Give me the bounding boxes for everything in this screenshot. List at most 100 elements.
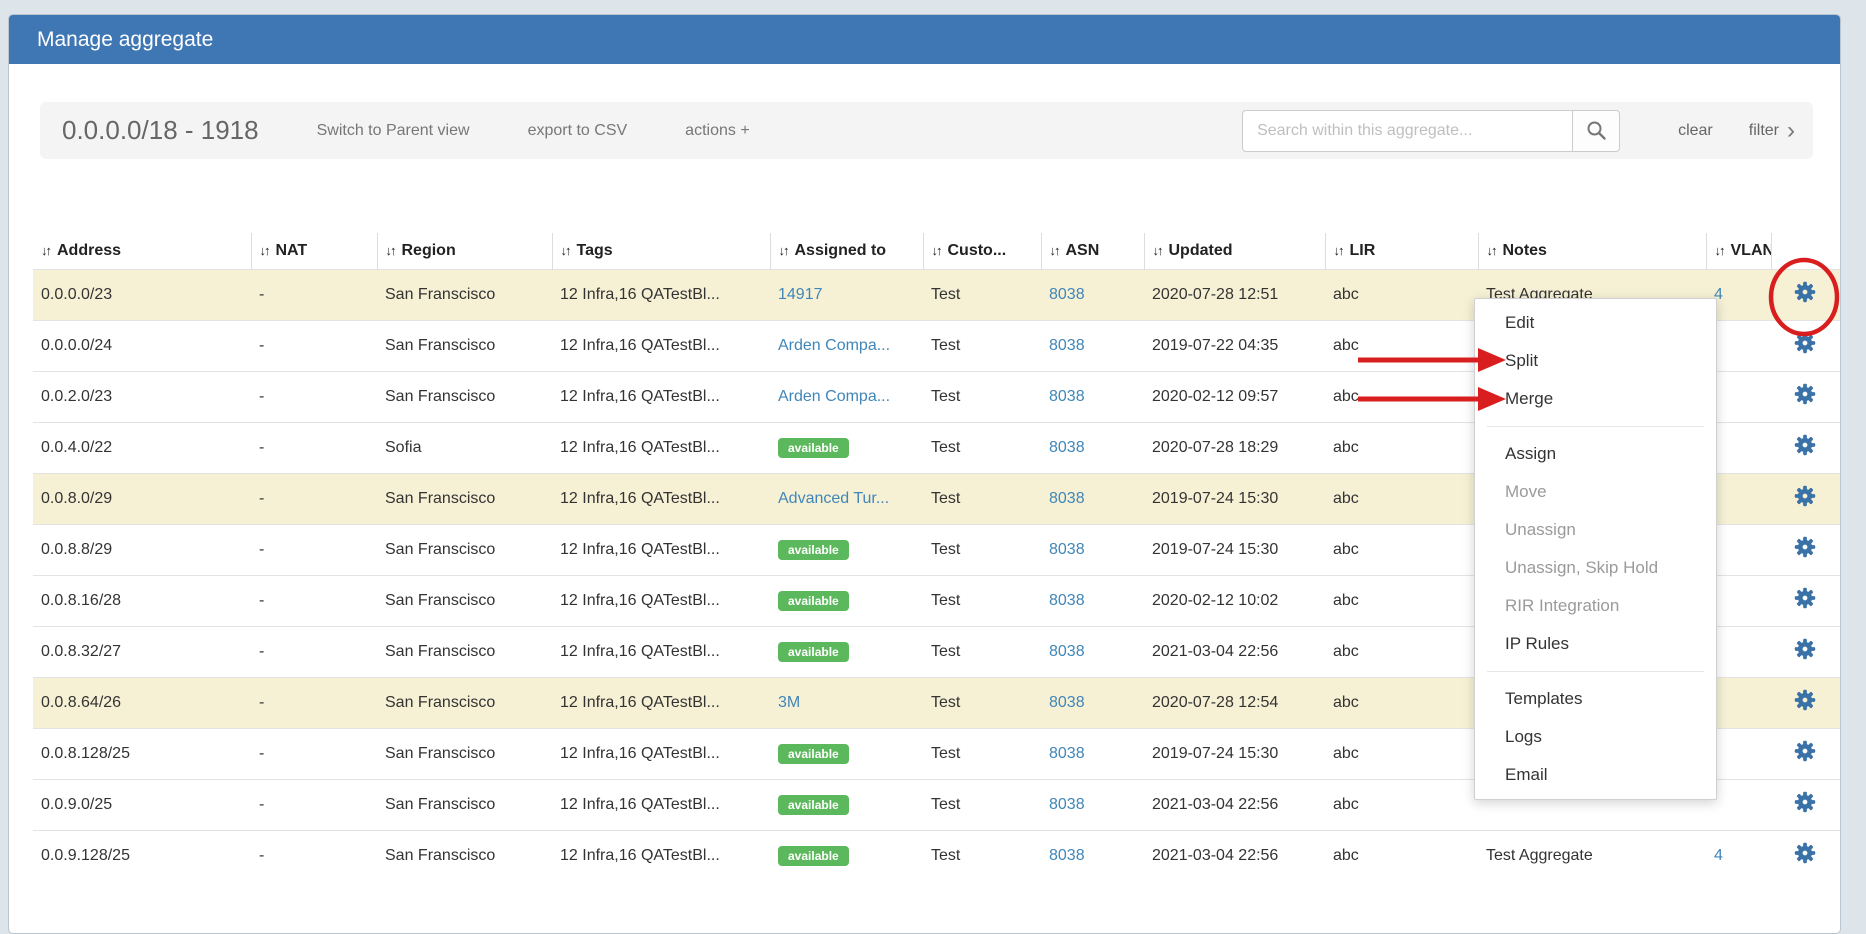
- asn-link[interactable]: 8038: [1049, 388, 1085, 405]
- column-header-updated[interactable]: ↓↑Updated: [1144, 233, 1325, 269]
- cell-tags: 12 Infra,16 QATestBl...: [552, 779, 770, 830]
- column-header-lir[interactable]: ↓↑LIR: [1325, 233, 1478, 269]
- cell-region: San Franscisco: [377, 830, 552, 881]
- asn-link[interactable]: 8038: [1049, 439, 1085, 456]
- row-actions-gear-icon[interactable]: [1794, 434, 1816, 456]
- sort-icon: ↓↑: [932, 243, 941, 258]
- row-actions-gear-icon[interactable]: [1794, 791, 1816, 813]
- aggregate-label: 0.0.0.0/18 - 1918: [62, 115, 259, 146]
- cell-assigned-to: Arden Compa...: [770, 371, 923, 422]
- status-badge-available: available: [778, 438, 849, 458]
- asn-link[interactable]: 8038: [1049, 592, 1085, 609]
- column-header-nat[interactable]: ↓↑NAT: [251, 233, 377, 269]
- assigned-to-link[interactable]: Arden Compa...: [778, 337, 890, 354]
- menu-item-logs[interactable]: Logs: [1475, 718, 1716, 756]
- cell-assigned-to: available: [770, 626, 923, 677]
- menu-item-unassign: Unassign: [1475, 511, 1716, 549]
- asn-link[interactable]: 8038: [1049, 847, 1085, 864]
- menu-item-email[interactable]: Email: [1475, 756, 1716, 794]
- cell-address: 0.0.2.0/23: [33, 371, 251, 422]
- asn-link[interactable]: 8038: [1049, 490, 1085, 507]
- menu-item-ip-rules[interactable]: IP Rules: [1475, 625, 1716, 663]
- column-header-assigned[interactable]: ↓↑Assigned to: [770, 233, 923, 269]
- cell-lir: abc: [1325, 830, 1478, 881]
- cell-row-actions: [1771, 269, 1840, 320]
- row-actions-gear-icon[interactable]: [1794, 281, 1816, 303]
- cell-updated: 2019-07-24 15:30: [1144, 473, 1325, 524]
- cell-updated: 2020-07-28 12:51: [1144, 269, 1325, 320]
- column-header-customer[interactable]: ↓↑Custo...: [923, 233, 1041, 269]
- menu-item-templates[interactable]: Templates: [1475, 680, 1716, 718]
- cell-customer: Test: [923, 422, 1041, 473]
- asn-link[interactable]: 8038: [1049, 745, 1085, 762]
- export-csv-link[interactable]: export to CSV: [528, 122, 628, 140]
- chevron-right-icon: ›: [1787, 123, 1795, 139]
- filter-link[interactable]: filter ›: [1749, 122, 1795, 140]
- cell-updated: 2020-07-28 18:29: [1144, 422, 1325, 473]
- cell-asn: 8038: [1041, 728, 1144, 779]
- assigned-to-link[interactable]: 3M: [778, 694, 800, 711]
- cell-nat: -: [251, 575, 377, 626]
- row-actions-gear-icon[interactable]: [1794, 638, 1816, 660]
- column-header-address[interactable]: ↓↑Address: [33, 233, 251, 269]
- column-header-notes[interactable]: ↓↑Notes: [1478, 233, 1706, 269]
- cell-row-actions: [1771, 371, 1840, 422]
- asn-link[interactable]: 8038: [1049, 541, 1085, 558]
- cell-region: San Franscisco: [377, 575, 552, 626]
- search-icon: [1586, 120, 1607, 141]
- asn-link[interactable]: 8038: [1049, 643, 1085, 660]
- asn-link[interactable]: 8038: [1049, 286, 1085, 303]
- asn-link[interactable]: 8038: [1049, 694, 1085, 711]
- sort-icon: ↓↑: [1153, 243, 1162, 258]
- row-actions-gear-icon[interactable]: [1794, 842, 1816, 864]
- cell-asn: 8038: [1041, 575, 1144, 626]
- cell-asn: 8038: [1041, 626, 1144, 677]
- cell-region: San Franscisco: [377, 269, 552, 320]
- cell-lir: abc: [1325, 779, 1478, 830]
- cell-lir: abc: [1325, 626, 1478, 677]
- cell-nat: -: [251, 626, 377, 677]
- column-header-asn[interactable]: ↓↑ASN: [1041, 233, 1144, 269]
- row-actions-gear-icon[interactable]: [1794, 536, 1816, 558]
- cell-tags: 12 Infra,16 QATestBl...: [552, 524, 770, 575]
- cell-address: 0.0.8.32/27: [33, 626, 251, 677]
- vlan-link[interactable]: 4: [1714, 847, 1723, 864]
- clear-search-link[interactable]: clear: [1678, 122, 1713, 140]
- menu-item-split[interactable]: Split: [1475, 342, 1716, 380]
- cell-region: San Franscisco: [377, 371, 552, 422]
- row-actions-gear-icon[interactable]: [1794, 587, 1816, 609]
- assigned-to-link[interactable]: Advanced Tur...: [778, 490, 889, 507]
- asn-link[interactable]: 8038: [1049, 796, 1085, 813]
- row-actions-gear-icon[interactable]: [1794, 740, 1816, 762]
- cell-lir: abc: [1325, 269, 1478, 320]
- row-actions-gear-icon[interactable]: [1794, 689, 1816, 711]
- menu-item-edit[interactable]: Edit: [1475, 304, 1716, 342]
- cell-asn: 8038: [1041, 830, 1144, 881]
- column-header-tags[interactable]: ↓↑Tags: [552, 233, 770, 269]
- cell-updated: 2021-03-04 22:56: [1144, 830, 1325, 881]
- cell-address: 0.0.8.8/29: [33, 524, 251, 575]
- assigned-to-link[interactable]: Arden Compa...: [778, 388, 890, 405]
- actions-menu-link[interactable]: actions +: [685, 122, 749, 140]
- search-button[interactable]: [1572, 110, 1620, 152]
- column-header-vlan[interactable]: ↓↑VLAN: [1706, 233, 1771, 269]
- menu-item-merge[interactable]: Merge: [1475, 380, 1716, 418]
- menu-item-move: Move: [1475, 473, 1716, 511]
- cell-row-actions: [1771, 320, 1840, 371]
- cell-updated: 2020-02-12 09:57: [1144, 371, 1325, 422]
- cell-assigned-to: available: [770, 575, 923, 626]
- cell-assigned-to: Arden Compa...: [770, 320, 923, 371]
- asn-link[interactable]: 8038: [1049, 337, 1085, 354]
- cell-row-actions: [1771, 677, 1840, 728]
- column-header-region[interactable]: ↓↑Region: [377, 233, 552, 269]
- menu-item-assign[interactable]: Assign: [1475, 435, 1716, 473]
- cell-asn: 8038: [1041, 269, 1144, 320]
- assigned-to-link[interactable]: 14917: [778, 286, 823, 303]
- search-group: [1242, 110, 1620, 152]
- search-input[interactable]: [1242, 110, 1572, 152]
- cell-updated: 2019-07-22 04:35: [1144, 320, 1325, 371]
- row-actions-gear-icon[interactable]: [1794, 332, 1816, 354]
- switch-parent-view-link[interactable]: Switch to Parent view: [317, 122, 470, 140]
- row-actions-gear-icon[interactable]: [1794, 383, 1816, 405]
- row-actions-gear-icon[interactable]: [1794, 485, 1816, 507]
